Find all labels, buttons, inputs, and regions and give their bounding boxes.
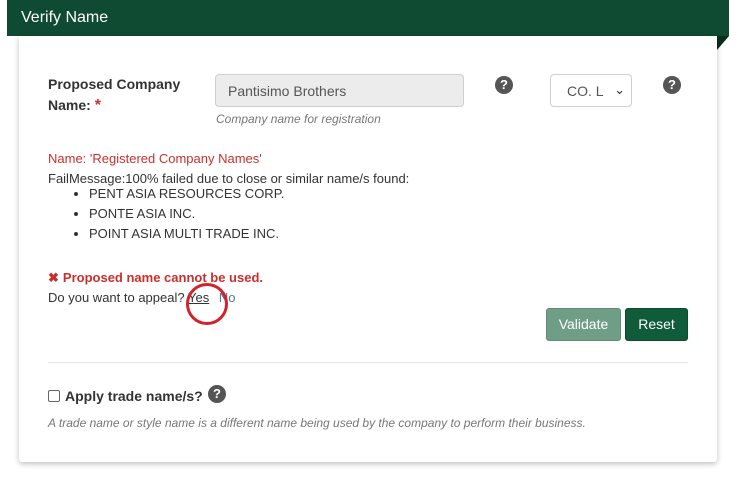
company-name-label: Proposed Company Name: *	[48, 76, 181, 114]
validate-button[interactable]: Validate	[546, 308, 621, 341]
trade-name-checkbox[interactable]	[48, 390, 60, 402]
help-icon[interactable]: ?	[495, 76, 513, 94]
section-divider	[48, 362, 688, 363]
trade-help-icon[interactable]: ?	[208, 385, 226, 403]
header-fold-decoration	[717, 36, 729, 50]
suffix-help-icon[interactable]: ?	[663, 76, 681, 94]
verify-name-card: Proposed Company Name: * Pantisimo Broth…	[19, 36, 717, 462]
dialog-header: Verify Name	[7, 0, 729, 36]
company-suffix-select[interactable]: CO. L ⌄	[550, 74, 632, 107]
appeal-question: Do you want to appeal?	[48, 290, 185, 305]
dialog-title: Verify Name	[21, 9, 109, 26]
name-source-text: Name: 'Registered Company Names'	[48, 151, 262, 166]
chevron-down-icon: ⌄	[614, 82, 625, 97]
cannot-use-error: ✖ Proposed name cannot be used.	[48, 270, 263, 286]
trade-name-label: Apply trade name/s?	[65, 388, 203, 404]
error-text: Proposed name cannot be used.	[62, 270, 264, 285]
list-item: PONTE ASIA INC.	[89, 204, 284, 224]
list-item: PENT ASIA RESOURCES CORP.	[89, 184, 284, 204]
trade-name-note: A trade name or style name is a differen…	[48, 416, 586, 430]
annotation-circle	[186, 283, 228, 325]
required-asterisk: *	[94, 97, 101, 114]
company-name-input[interactable]: Pantisimo Brothers	[215, 74, 464, 107]
list-item: POINT ASIA MULTI TRADE INC.	[89, 224, 284, 244]
similar-names-list: PENT ASIA RESOURCES CORP. PONTE ASIA INC…	[69, 184, 284, 244]
company-name-hint: Company name for registration	[216, 112, 381, 126]
company-suffix-value: CO. L	[567, 83, 604, 99]
error-x-icon: ✖	[48, 270, 59, 285]
reset-button[interactable]: Reset	[625, 308, 688, 341]
